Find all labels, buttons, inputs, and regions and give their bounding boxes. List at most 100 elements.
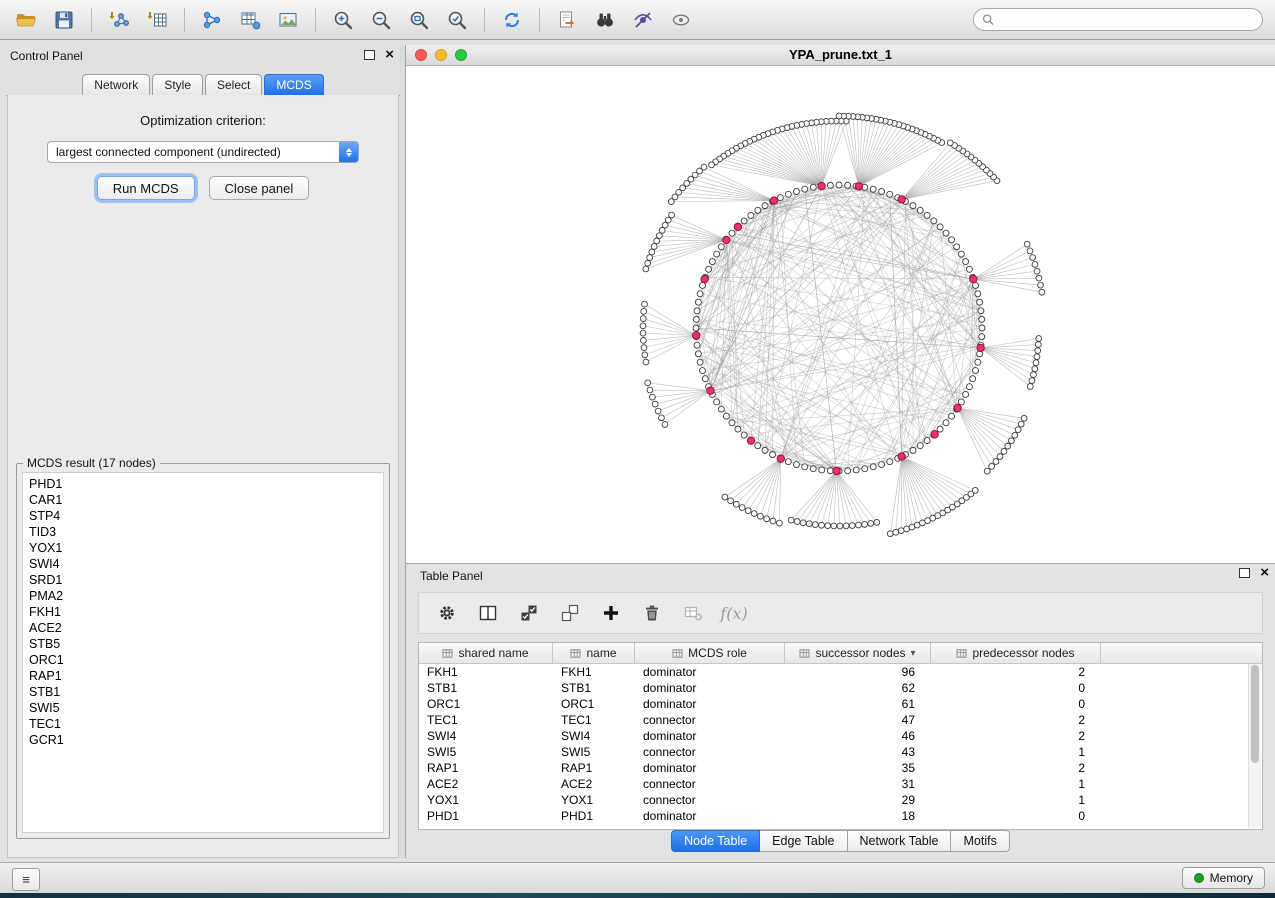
table-cell: 2 <box>931 713 1101 727</box>
import-table-button[interactable] <box>139 5 175 35</box>
float-panel-icon[interactable] <box>364 50 375 60</box>
result-item[interactable]: PMA2 <box>23 588 383 604</box>
memory-button[interactable]: Memory <box>1182 867 1265 889</box>
result-item[interactable]: ACE2 <box>23 620 383 636</box>
tab-node-table[interactable]: Node Table <box>671 830 760 852</box>
result-item[interactable]: SWI5 <box>23 700 383 716</box>
column-header-successor-nodes[interactable]: successor nodes▾ <box>785 643 931 663</box>
close-panel-icon[interactable]: × <box>385 48 394 62</box>
select-all-button[interactable] <box>513 598 545 628</box>
tab-motifs[interactable]: Motifs <box>950 830 1009 852</box>
table-cell: 0 <box>931 681 1101 695</box>
table-row[interactable]: STB1STB1dominator620 <box>419 680 1262 696</box>
tab-edge-table[interactable]: Edge Table <box>759 830 847 852</box>
network-graph[interactable] <box>406 65 1275 562</box>
minimize-window-button[interactable] <box>435 49 447 61</box>
table-row[interactable]: PHD1PHD1dominator180 <box>419 808 1262 824</box>
criterion-dropdown[interactable]: largest connected component (undirected) <box>47 141 359 163</box>
run-mcds-button[interactable]: Run MCDS <box>97 176 195 200</box>
export-network-icon <box>556 9 578 31</box>
table-row[interactable]: SWI5SWI5connector431 <box>419 744 1262 760</box>
table-scrollbar[interactable] <box>1248 664 1261 828</box>
function-builder-button[interactable]: f(x) <box>718 598 750 628</box>
result-item[interactable]: YOX1 <box>23 540 383 556</box>
save-button[interactable] <box>46 5 82 35</box>
table-cell: dominator <box>635 697 785 711</box>
column-header-predecessor-nodes[interactable]: predecessor nodes <box>931 643 1101 663</box>
table-row[interactable]: ORC1ORC1dominator610 <box>419 696 1262 712</box>
new-network-button[interactable] <box>194 5 230 35</box>
unselect-all-button[interactable] <box>554 598 586 628</box>
scrollbar-thumb[interactable] <box>1251 665 1259 763</box>
table-cell: YOX1 <box>553 793 635 807</box>
tab-select[interactable]: Select <box>205 74 262 95</box>
result-item[interactable]: PHD1 <box>23 476 383 492</box>
toolbar-separator <box>539 8 540 32</box>
export-image-button[interactable] <box>270 5 306 35</box>
control-panel-title: Control Panel <box>6 46 400 66</box>
tab-network[interactable]: Network <box>82 74 150 95</box>
table-row[interactable]: SWI4SWI4dominator462 <box>419 728 1262 744</box>
gear-icon <box>437 603 457 623</box>
tab-style[interactable]: Style <box>152 74 203 95</box>
optimization-criterion-label: Optimization criterion: <box>8 113 398 128</box>
tab-mcds[interactable]: MCDS <box>264 74 323 95</box>
export-network-button[interactable] <box>549 5 585 35</box>
result-item[interactable]: SWI4 <box>23 556 383 572</box>
table-row[interactable]: ACE2ACE2connector311 <box>419 776 1262 792</box>
app-window: Control Panel × NetworkStyleSelectMCDS O… <box>0 0 1275 893</box>
result-item[interactable]: STB5 <box>23 636 383 652</box>
result-item[interactable]: RAP1 <box>23 668 383 684</box>
table-cell: PHD1 <box>419 809 553 823</box>
table-row[interactable]: TEC1TEC1connector472 <box>419 712 1262 728</box>
result-item[interactable]: FKH1 <box>23 604 383 620</box>
column-header-shared-name[interactable]: shared name <box>419 643 553 663</box>
close-window-button[interactable] <box>415 49 427 61</box>
refresh-button[interactable] <box>494 5 530 35</box>
table-cell: dominator <box>635 681 785 695</box>
hide-graphics-button[interactable] <box>625 5 661 35</box>
open-button[interactable] <box>8 5 44 35</box>
search-input[interactable] <box>999 12 1254 28</box>
search-objects-button[interactable] <box>587 5 623 35</box>
zoom-selected-button[interactable] <box>439 5 475 35</box>
import-network-button[interactable] <box>101 5 137 35</box>
close-panel-icon[interactable]: × <box>1260 566 1269 580</box>
result-item[interactable]: STP4 <box>23 508 383 524</box>
zoom-fit-button[interactable] <box>401 5 437 35</box>
network-window: YPA_prune.txt_1 <box>405 45 1275 563</box>
result-item[interactable]: CAR1 <box>23 492 383 508</box>
result-item[interactable]: TID3 <box>23 524 383 540</box>
result-item[interactable]: TEC1 <box>23 716 383 732</box>
table-row[interactable]: FKH1FKH1dominator962 <box>419 664 1262 680</box>
table-row[interactable]: RAP1RAP1dominator352 <box>419 760 1262 776</box>
result-item[interactable]: SRD1 <box>23 572 383 588</box>
result-item[interactable]: ORC1 <box>23 652 383 668</box>
result-item[interactable]: STB1 <box>23 684 383 700</box>
zoom-out-button[interactable] <box>363 5 399 35</box>
close-panel-button[interactable]: Close panel <box>209 176 310 200</box>
tab-network-table[interactable]: Network Table <box>847 830 952 852</box>
save-icon <box>53 9 75 31</box>
add-column-button[interactable] <box>595 598 627 628</box>
search-field[interactable] <box>973 8 1263 31</box>
hide-graphics-icon <box>632 9 654 31</box>
table-cell: 46 <box>785 729 931 743</box>
mcds-result-list[interactable]: PHD1CAR1STP4TID3YOX1SWI4SRD1PMA2FKH1ACE2… <box>22 472 384 833</box>
control-panel: Control Panel × NetworkStyleSelectMCDS O… <box>6 46 400 858</box>
table-settings-button[interactable] <box>431 598 463 628</box>
sort-chevron-icon[interactable]: ▾ <box>911 648 916 659</box>
status-menu-button[interactable]: ≡ <box>12 868 40 891</box>
result-item[interactable]: GCR1 <box>23 732 383 748</box>
float-panel-icon[interactable] <box>1239 568 1250 578</box>
maximize-window-button[interactable] <box>455 49 467 61</box>
column-header-name[interactable]: name <box>553 643 635 663</box>
column-header-MCDS-role[interactable]: MCDS role <box>635 643 785 663</box>
delete-column-button[interactable] <box>636 598 668 628</box>
show-columns-button[interactable] <box>472 598 504 628</box>
table-row[interactable]: YOX1YOX1connector291 <box>419 792 1262 808</box>
show-graphics-button[interactable] <box>663 5 699 35</box>
zoom-in-button[interactable] <box>325 5 361 35</box>
network-table-button[interactable] <box>232 5 268 35</box>
table-options-button[interactable] <box>677 598 709 628</box>
